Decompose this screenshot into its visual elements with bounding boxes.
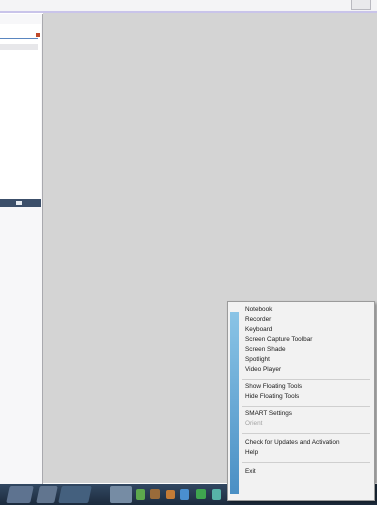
menu-item-help[interactable]: Help <box>245 449 258 457</box>
menu-item-screen-capture-toolbar[interactable]: Screen Capture Toolbar <box>245 336 312 344</box>
taskbar-app-icon[interactable] <box>166 490 175 499</box>
left-window-field[interactable] <box>0 44 38 50</box>
left-window-selected-row[interactable] <box>0 199 41 207</box>
menu-item-keyboard[interactable]: Keyboard <box>245 326 272 334</box>
left-window-panel <box>0 24 41 200</box>
taskbar-app-icon[interactable] <box>136 489 145 500</box>
taskbar-app-icon[interactable] <box>212 489 221 500</box>
menu-separator <box>242 462 370 463</box>
selected-row-icon <box>16 201 22 205</box>
menu-item-smart-settings[interactable]: SMART Settings <box>245 410 292 418</box>
taskbar-app-icon[interactable] <box>196 489 206 499</box>
menu-item-hide-floating-tools[interactable]: Hide Floating Tools <box>245 393 299 401</box>
menu-item-notebook[interactable]: Notebook <box>245 306 272 314</box>
menu-item-spotlight[interactable]: Spotlight <box>245 356 270 364</box>
menu-item-check-for-updates[interactable]: Check for Updates and Activation <box>245 439 340 447</box>
menu-item-exit[interactable]: Exit <box>245 468 256 476</box>
taskbar-button-3[interactable] <box>58 486 92 503</box>
left-window-separator <box>0 38 38 39</box>
taskbar-app-icon[interactable] <box>150 489 160 499</box>
taskbar-button-1[interactable] <box>6 486 34 503</box>
context-menu-side-stripe <box>230 312 239 494</box>
taskbar-app-icon[interactable] <box>180 489 189 500</box>
menu-item-show-floating-tools[interactable]: Show Floating Tools <box>245 383 302 391</box>
window-control-button[interactable] <box>351 0 371 10</box>
menu-item-orient: Orient <box>245 420 263 427</box>
close-icon[interactable] <box>36 33 40 37</box>
menu-separator <box>242 406 370 407</box>
menu-separator <box>242 433 370 434</box>
window-title-bar <box>0 0 377 13</box>
left-window-fragment <box>0 14 43 484</box>
menu-item-recorder[interactable]: Recorder <box>245 316 271 324</box>
menu-separator <box>242 379 370 380</box>
taskbar-button-2[interactable] <box>36 486 58 503</box>
taskbar-button-4[interactable] <box>110 486 132 503</box>
menu-item-video-player[interactable]: Video Player <box>245 366 281 374</box>
context-menu: Notebook Recorder Keyboard Screen Captur… <box>227 301 375 501</box>
menu-item-screen-shade[interactable]: Screen Shade <box>245 346 286 354</box>
